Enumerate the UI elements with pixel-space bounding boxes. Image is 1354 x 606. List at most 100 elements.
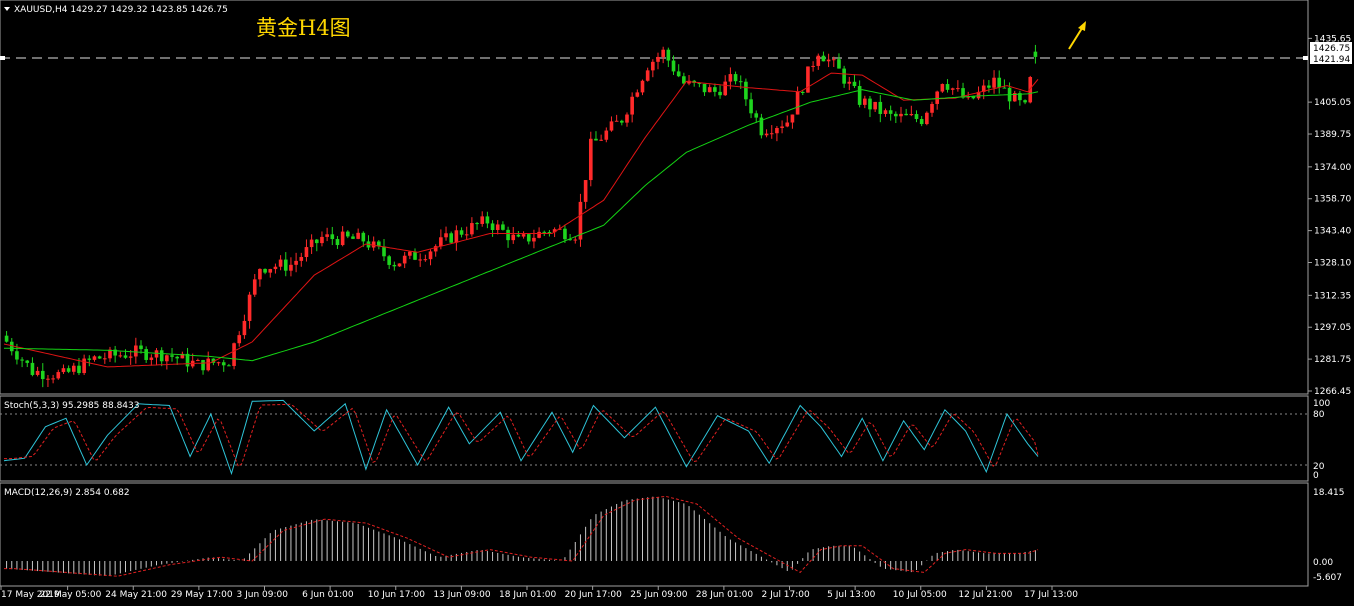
candle-body (656, 56, 660, 62)
time-tick-label: 10 Jul 05:00 (893, 590, 947, 600)
stoch-axis-100: 100 (1313, 399, 1330, 409)
candle-body (723, 81, 728, 96)
candle-body (661, 49, 665, 57)
candle-body (87, 358, 92, 360)
candle-body (925, 112, 929, 125)
candle-body (894, 113, 898, 117)
current-price-label: 1426.75 (1313, 44, 1350, 54)
candle-body (837, 59, 841, 69)
candle-body (258, 268, 262, 280)
candle-body (992, 77, 996, 88)
candle-body (651, 61, 655, 71)
candle-body (247, 294, 252, 321)
macd-panel[interactable] (0, 482, 1309, 587)
stoch-axis-80: 80 (1313, 410, 1325, 420)
candle-body (573, 239, 578, 241)
candle-body (144, 349, 148, 360)
candle-body (268, 269, 273, 273)
candle-body (299, 257, 304, 261)
candle-body (320, 236, 324, 244)
candle-body (816, 55, 821, 66)
candle-body (263, 268, 267, 273)
candle-body (15, 351, 19, 360)
candle-body (304, 247, 309, 258)
time-tick-label: 5 Jul 13:00 (827, 590, 876, 600)
macd-label: MACD(12,26,9) 2.854 0.682 (4, 488, 130, 498)
candle-body (71, 365, 76, 372)
candle-body (175, 356, 180, 359)
price-panel[interactable] (0, 0, 1309, 395)
line-price-label: 1421.94 (1313, 55, 1350, 65)
candle-body (165, 355, 169, 362)
candle-body (718, 91, 722, 96)
candle-body (635, 92, 640, 97)
candle-body (382, 246, 386, 257)
candle-body (671, 60, 676, 72)
candle-body (82, 358, 86, 374)
price-tick-label: 1297.05 (1314, 323, 1351, 333)
candle-body (1033, 51, 1038, 57)
time-tick-label: 18 Jun 01:00 (499, 590, 556, 600)
candle-body (283, 259, 288, 271)
candle-body (909, 114, 914, 116)
macd-axis-max: 18.415 (1313, 488, 1345, 498)
candle-body (738, 81, 743, 83)
price-tick-label: 1328.10 (1314, 259, 1351, 269)
candle-body (139, 345, 143, 350)
price-axis[interactable]: 1435.651405.051389.751374.001358.701343.… (1308, 34, 1351, 397)
candle-body (480, 216, 485, 224)
chart-title: 黄金H4图 (256, 16, 351, 40)
candle-body (878, 101, 883, 114)
candle-body (604, 130, 609, 140)
candle-body (547, 232, 552, 234)
price-tick-label: 1281.75 (1314, 355, 1351, 365)
symbol-ohlc-label: XAUUSD,H4 1429.27 1429.32 1423.85 1426.7… (14, 5, 228, 15)
price-tick-label: 1343.40 (1314, 227, 1351, 237)
price-tick-label: 1389.75 (1314, 130, 1351, 140)
candle-body (620, 120, 624, 123)
candle-body (40, 370, 45, 380)
candle-body (61, 368, 66, 373)
candle-body (888, 110, 893, 114)
candle-body (35, 370, 40, 375)
candle-body (987, 85, 991, 88)
candle-body (583, 180, 588, 202)
candle-body (666, 49, 671, 61)
candle-body (449, 233, 454, 243)
candle-body (294, 260, 298, 265)
candle-body (930, 103, 934, 113)
candle-body (795, 91, 800, 115)
time-tick-label: 12 Jul 21:00 (958, 590, 1012, 600)
time-axis[interactable]: 17 May 201922 May 05:00 24 May 21:00 29 Ma… (0, 586, 1078, 600)
line-anchor-right[interactable] (1303, 56, 1308, 60)
candle-body (485, 216, 490, 224)
candle-body (159, 350, 164, 362)
candle-body (775, 128, 779, 134)
candle-body (764, 133, 769, 136)
trading-chart[interactable]: XAUUSD,H4 1429.27 1429.32 1423.85 1426.7… (0, 0, 1354, 606)
candle-body (252, 279, 257, 295)
candle-body (914, 114, 919, 120)
candle-body (702, 83, 707, 93)
candle-body (242, 320, 247, 336)
candle-body (149, 357, 154, 360)
line-anchor-left[interactable] (0, 56, 5, 60)
candle-body (408, 251, 412, 256)
time-tick-label: 25 Jun 09:00 (630, 590, 687, 600)
candle-body (495, 224, 500, 230)
candle-body (847, 81, 852, 84)
candle-body (940, 84, 945, 92)
candle-body (423, 259, 428, 261)
candle-body (118, 355, 123, 357)
candle-body (46, 378, 50, 380)
candle-body (857, 86, 862, 105)
candle-body (123, 355, 128, 358)
candle-body (227, 365, 231, 367)
candle-body (77, 365, 81, 374)
price-tick-label: 1312.35 (1314, 291, 1351, 301)
candle-body (392, 264, 397, 267)
candle-body (413, 251, 417, 260)
candle-body (676, 71, 681, 77)
candle-body (444, 233, 448, 238)
candle-body (501, 224, 505, 230)
